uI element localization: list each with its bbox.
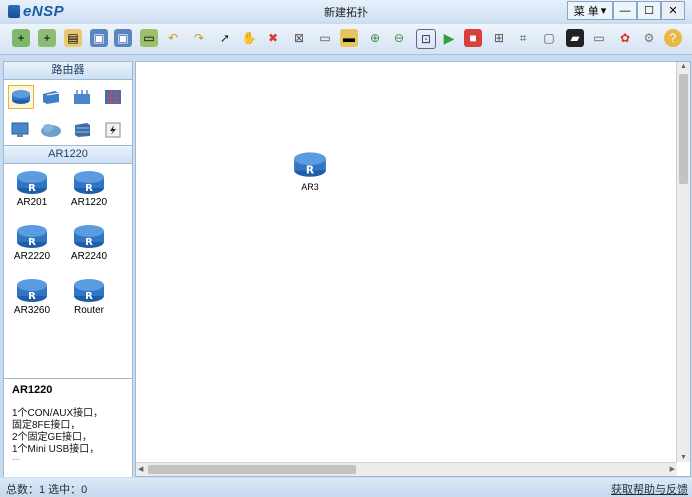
maximize-button[interactable]: ☐ [637,1,661,20]
huawei-icon[interactable]: ✿ [616,29,634,47]
redo-icon[interactable]: ↷ [190,29,208,47]
start-icon[interactable]: ▶ [440,29,458,47]
device-label: Router [73,305,104,316]
maximize-icon: ☐ [644,5,654,17]
device-label: AR2220 [13,251,51,262]
scroll-right-icon[interactable]: ▶ [670,465,675,473]
new-lab-icon[interactable]: + [38,29,56,47]
device-label: AR201 [16,197,48,208]
router-icon: R [74,171,104,194]
power-category-icon[interactable] [101,119,125,141]
svg-text:R: R [28,291,36,302]
status-counts: 总数：1 选中：0 [6,484,88,496]
switch-category-icon[interactable] [39,86,63,108]
chevron-down-icon: ▾ [600,5,607,17]
router-icon: R [74,225,104,248]
terminal-icon[interactable]: ▰ [566,29,584,47]
pc-category-icon[interactable] [8,119,32,141]
vertical-scrollbar[interactable]: ▲ ▼ [676,62,690,462]
title-bar: eNSP 新建拓扑 菜 单 ▾ — ☐ ✕ [0,0,692,22]
fit-icon[interactable]: ⊡ [416,29,436,49]
undo-icon[interactable]: ↶ [164,29,182,47]
horizontal-scrollbar[interactable]: ◀ ▶ [136,462,677,476]
vertical-scroll-thumb[interactable] [679,74,688,184]
router-icon: R [17,171,47,194]
svg-text:R: R [28,237,36,248]
console-icon[interactable]: ▭ [590,29,608,47]
scroll-left-icon[interactable]: ◀ [138,465,143,473]
firewall-category-icon[interactable] [101,86,125,108]
device-item[interactable]: R AR2240 [64,223,114,262]
help-icon[interactable]: ? [664,29,682,47]
delete-icon[interactable]: ✖ [264,29,282,47]
info-line: ... [12,452,21,463]
router-node[interactable]: R AR3 [292,150,328,192]
device-label: AR3260 [13,305,51,316]
open-icon[interactable]: ▤ [64,29,82,47]
select-icon[interactable]: ➚ [216,29,234,47]
server-category-icon[interactable] [70,119,94,141]
zoom-out-icon[interactable]: ⊖ [390,29,408,47]
status-bar: 总数：1 选中：0 获取帮助与反馈 [0,478,692,496]
svg-text:R: R [85,183,93,194]
delete-link-icon[interactable]: ⊠ [290,29,308,47]
router-icon: R [17,279,47,302]
capture-icon[interactable]: ⊞ [490,29,508,47]
device-label: AR2240 [70,251,108,262]
new-topology-icon[interactable]: + [12,29,30,47]
router-icon: R [294,152,326,177]
close-button[interactable]: ✕ [661,1,685,20]
device-item[interactable]: R Router [64,277,114,316]
menu-label: 菜 单 [573,5,599,18]
wlan-category-icon[interactable] [70,86,94,108]
cloud-category-icon[interactable] [39,119,63,141]
topology-icon[interactable]: ⌗ [514,29,532,47]
category-title: 路由器 [4,62,132,80]
minimize-button[interactable]: — [613,1,637,20]
settings-icon[interactable]: ⚙ [640,29,658,47]
router-icon: R [74,279,104,302]
help-feedback-link[interactable]: 获取帮助与反馈 [611,481,688,497]
minimize-icon: — [619,4,631,17]
scroll-down-icon[interactable]: ▼ [680,454,687,461]
device-item[interactable]: R AR3260 [7,277,57,316]
menu-button[interactable]: 菜 单 ▾ [567,1,613,20]
zoom-in-icon[interactable]: ⊕ [366,29,384,47]
svg-text:R: R [85,237,93,248]
router-category-icon[interactable] [8,85,34,109]
pan-hand-icon[interactable]: ✋ [240,29,258,47]
close-icon: ✕ [668,5,678,17]
scroll-up-icon[interactable]: ▲ [680,63,687,70]
router-icon: R [17,225,47,248]
device-item[interactable]: R AR2220 [7,223,57,262]
layout-icon[interactable]: ▢ [540,29,558,47]
info-line: 1个Mini USB接口， [12,444,100,455]
rectangle-icon[interactable]: ▬ [340,29,358,47]
svg-text:R: R [306,165,314,177]
toolbar: + + ▤ ▣ ▣ ▭ ↶ ↷ ➚ ✋ ✖ ⊠ ▭ ▬ ⊕ ⊖ ⊡ ▶ ■ ⊞ … [0,24,692,55]
device-item[interactable]: R AR201 [7,169,57,208]
text-note-icon[interactable]: ▭ [316,29,334,47]
device-info: AR1220 1个CON/AUX接口， 固定8FE接口， 2个固定GE接口， 1… [4,378,132,477]
device-label: AR1220 [70,197,108,208]
topology-canvas[interactable]: R AR3 ▲ ▼ ◀ ▶ [135,61,691,477]
node-label: AR3 [301,182,319,192]
info-title: AR1220 [12,384,53,396]
device-group-title: AR1220 [4,145,132,164]
print-icon[interactable]: ▭ [140,29,158,47]
save-icon[interactable]: ▣ [90,29,108,47]
svg-text:R: R [85,291,93,302]
horizontal-scroll-thumb[interactable] [148,465,356,474]
device-item[interactable]: R AR1220 [64,169,114,208]
device-panel: 路由器 AR1220 R AR201 R AR1220 R AR2220 R A… [3,61,133,477]
save-as-icon[interactable]: ▣ [114,29,132,47]
svg-text:R: R [28,183,36,194]
stop-icon[interactable]: ■ [464,29,482,47]
